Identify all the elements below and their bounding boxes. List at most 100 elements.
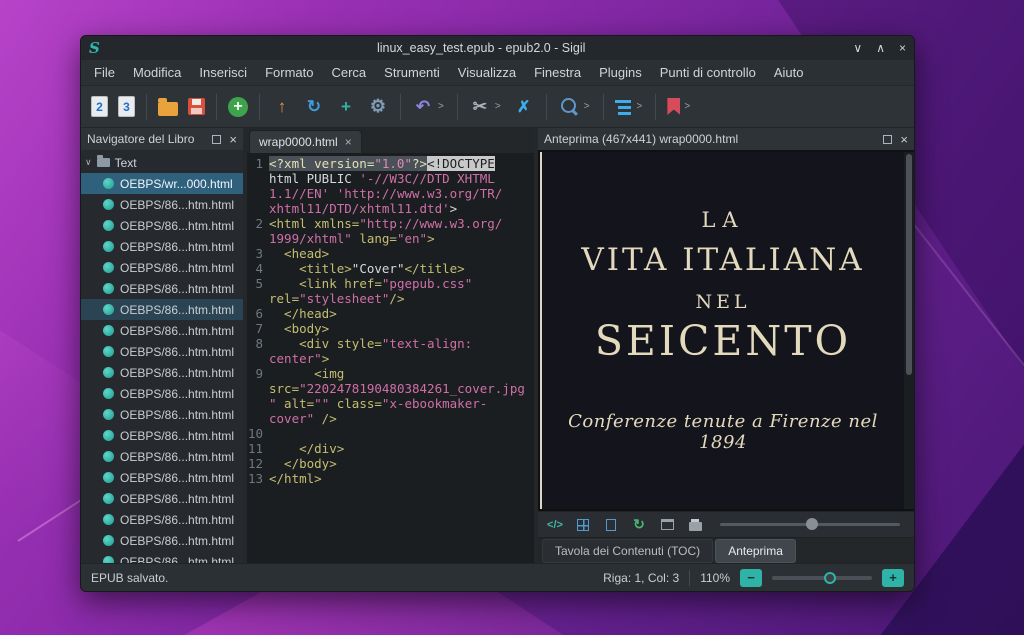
float-panel-icon[interactable]: [212, 135, 221, 144]
book-file-item[interactable]: OEBPS/86...htm.html: [81, 446, 243, 467]
tab-close-icon[interactable]: ×: [345, 135, 352, 149]
code-row[interactable]: 13</html>: [247, 471, 534, 486]
book-file-item[interactable]: OEBPS/86...htm.html: [81, 530, 243, 551]
book-file-item[interactable]: OEBPS/wr...000.html: [81, 173, 243, 194]
metadata-button[interactable]: >: [611, 96, 649, 118]
book-file-item[interactable]: OEBPS/86...htm.html: [81, 278, 243, 299]
code-row[interactable]: 10: [247, 426, 534, 441]
menu-plugins[interactable]: Plugins: [590, 62, 651, 83]
close-panel-icon[interactable]: ×: [229, 133, 237, 146]
copy-button[interactable]: [602, 516, 620, 534]
menu-aiuto[interactable]: Aiuto: [765, 62, 813, 83]
tab-tavola-dei-contenuti-toc[interactable]: Tavola dei Contenuti (TOC): [542, 539, 713, 563]
reload-preview-button[interactable]: ↻: [630, 516, 648, 534]
book-file-item[interactable]: OEBPS/86...htm.html: [81, 320, 243, 341]
code-row[interactable]: 5 <link href="pgepub.css": [247, 276, 534, 291]
code-row[interactable]: " alt="" class="x-ebookmaker-: [247, 396, 534, 411]
bookmark-button[interactable]: >: [663, 95, 696, 118]
print-button[interactable]: [686, 516, 704, 534]
zoom-slider[interactable]: [772, 576, 872, 580]
code-row[interactable]: rel="stylesheet"/>: [247, 291, 534, 306]
code-row[interactable]: 1.1//EN' 'http://www.w3.org/TR/: [247, 186, 534, 201]
open-file-button[interactable]: [154, 94, 182, 119]
code-row[interactable]: 2<html xmlns="http://www.w3.org/: [247, 216, 534, 231]
book-file-item[interactable]: OEBPS/86...htm.html: [81, 236, 243, 257]
book-file-item[interactable]: OEBPS/86...htm.html: [81, 341, 243, 362]
code-row[interactable]: html PUBLIC '-//W3C//DTD XHTML: [247, 171, 534, 186]
titlebar[interactable]: S linux_easy_test.epub - epub2.0 - Sigil…: [81, 36, 914, 60]
book-file-item[interactable]: OEBPS/86...htm.html: [81, 404, 243, 425]
book-file-item[interactable]: OEBPS/86...htm.html: [81, 215, 243, 236]
book-file-item[interactable]: OEBPS/86...htm.html: [81, 383, 243, 404]
menu-finestra[interactable]: Finestra: [525, 62, 590, 83]
undo-button[interactable]: ↶>: [408, 93, 450, 121]
move-up-button[interactable]: ↑: [267, 93, 297, 121]
save-button[interactable]: [184, 95, 209, 118]
tree-folder-text[interactable]: ∨ Text: [81, 152, 243, 173]
tab-wrap0000[interactable]: wrap0000.html ×: [249, 130, 362, 153]
book-file-item[interactable]: OEBPS/86...htm.html: [81, 551, 243, 563]
preview-viewport[interactable]: LA VITA ITALIANA NEL SEICENTO Conferenze…: [538, 150, 914, 511]
tab-anteprima[interactable]: Anteprima: [715, 539, 796, 563]
code-row[interactable]: 1999/xhtml" lang="en">: [247, 231, 534, 246]
book-file-item[interactable]: OEBPS/86...htm.html: [81, 467, 243, 488]
book-file-item[interactable]: OEBPS/86...htm.html: [81, 362, 243, 383]
minimize-button[interactable]: ∨: [853, 41, 862, 55]
menu-cerca[interactable]: Cerca: [322, 62, 375, 83]
split-at-cursor-button[interactable]: +: [331, 93, 361, 121]
book-file-item[interactable]: OEBPS/86...htm.html: [81, 299, 243, 320]
add-existing-file-button[interactable]: +: [224, 94, 252, 120]
dropdown-chevron-icon[interactable]: >: [493, 101, 503, 112]
code-row[interactable]: 12 </body>: [247, 456, 534, 471]
menu-strumenti[interactable]: Strumenti: [375, 62, 449, 83]
code-row[interactable]: 4 <title>"Cover"</title>: [247, 261, 534, 276]
scrollbar-thumb[interactable]: [906, 154, 912, 375]
close-button[interactable]: ×: [899, 41, 906, 55]
slider-handle[interactable]: [806, 518, 818, 530]
code-row[interactable]: 3 <head>: [247, 246, 534, 261]
caret-down-icon[interactable]: ∨: [85, 157, 92, 168]
code-row[interactable]: src="2202478190480384261_cover.jpg: [247, 381, 534, 396]
zoom-out-button[interactable]: −: [740, 569, 762, 587]
zoom-slider-handle[interactable]: [824, 572, 836, 584]
code-row[interactable]: xhtml11/DTD/xhtml11.dtd'>: [247, 201, 534, 216]
code-row[interactable]: cover" />: [247, 411, 534, 426]
menu-inserisci[interactable]: Inserisci: [190, 62, 256, 83]
settings-button[interactable]: ⚙: [363, 93, 393, 121]
code-row[interactable]: 1<?xml version="1.0"?><!DOCTYPE: [247, 156, 534, 171]
code-editor[interactable]: 1<?xml version="1.0"?><!DOCTYPEhtml PUBL…: [247, 153, 534, 563]
float-panel-icon[interactable]: [883, 135, 892, 144]
book-file-item[interactable]: OEBPS/86...htm.html: [81, 194, 243, 215]
menu-formato[interactable]: Formato: [256, 62, 322, 83]
menu-visualizza[interactable]: Visualizza: [449, 62, 525, 83]
book-file-item[interactable]: OEBPS/86...htm.html: [81, 425, 243, 446]
code-row[interactable]: 6 </head>: [247, 306, 534, 321]
preview-zoom-slider[interactable]: [720, 523, 900, 526]
maximize-button[interactable]: ∧: [876, 41, 885, 55]
cut-button[interactable]: ✂>: [465, 93, 507, 121]
preview-scrollbar[interactable]: [904, 152, 914, 509]
refresh-button[interactable]: ↻: [299, 93, 329, 121]
code-row[interactable]: 7 <body>: [247, 321, 534, 336]
book-file-item[interactable]: OEBPS/86...htm.html: [81, 509, 243, 530]
code-row[interactable]: 11 </div>: [247, 441, 534, 456]
code-row[interactable]: center">: [247, 351, 534, 366]
find-button[interactable]: >: [554, 93, 596, 121]
close-panel-icon[interactable]: ×: [900, 133, 908, 146]
delete-button[interactable]: ✗: [509, 93, 539, 121]
code-row[interactable]: 9 <img: [247, 366, 534, 381]
zoom-in-button[interactable]: +: [882, 569, 904, 587]
inspect-button[interactable]: [574, 516, 592, 534]
new-epub2-button[interactable]: 2: [87, 93, 112, 120]
code-view-button[interactable]: </>: [546, 516, 564, 534]
detach-window-button[interactable]: [658, 516, 676, 534]
menu-modifica[interactable]: Modifica: [124, 62, 190, 83]
new-epub3-button[interactable]: 3: [114, 93, 139, 120]
dropdown-chevron-icon[interactable]: >: [582, 101, 592, 112]
menu-file[interactable]: File: [85, 62, 124, 83]
code-row[interactable]: 8 <div style="text-align:: [247, 336, 534, 351]
dropdown-chevron-icon[interactable]: >: [436, 101, 446, 112]
book-file-item[interactable]: OEBPS/86...htm.html: [81, 488, 243, 509]
menu-punti-di-controllo[interactable]: Punti di controllo: [651, 62, 765, 83]
book-file-item[interactable]: OEBPS/86...htm.html: [81, 257, 243, 278]
